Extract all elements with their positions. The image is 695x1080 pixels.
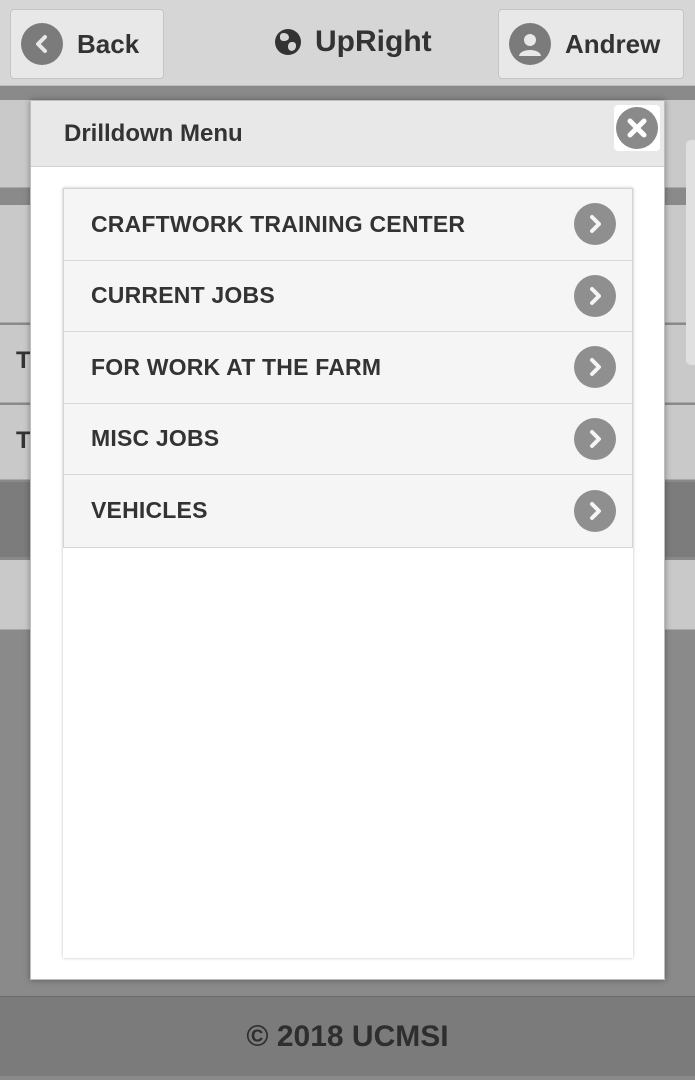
- list-item-label: CURRENT JOBS: [91, 282, 275, 309]
- modal-title: Drilldown Menu: [64, 119, 243, 147]
- user-name: Andrew: [565, 28, 661, 59]
- page: Back UpRight Andrew T T © 2018 UCMSI Dri…: [0, 0, 695, 1080]
- chevron-right-icon: [574, 346, 616, 389]
- chevron-right-icon: [574, 417, 616, 460]
- drilldown-modal: Drilldown Menu CRAFTWORK TRAINING CENTER…: [30, 100, 665, 980]
- user-button[interactable]: Andrew: [498, 9, 684, 79]
- app-title: UpRight: [275, 22, 432, 62]
- chevron-left-icon: [21, 23, 63, 65]
- list-item-label: CRAFTWORK TRAINING CENTER: [91, 210, 466, 237]
- footer: © 2018 UCMSI: [0, 996, 695, 1076]
- background-row-text: T: [16, 347, 31, 374]
- copyright-text: © 2018 UCMSI: [246, 1019, 449, 1053]
- close-button[interactable]: [614, 105, 660, 151]
- drilldown-list: CRAFTWORK TRAINING CENTER CURRENT JOBS F…: [63, 188, 633, 548]
- background-row-text: T: [16, 427, 31, 454]
- list-item-label: VEHICLES: [91, 497, 208, 524]
- scrollbar-thumb[interactable]: [686, 140, 695, 365]
- user-icon: [509, 23, 551, 65]
- globe-icon: [275, 29, 301, 55]
- chevron-right-icon: [574, 489, 616, 532]
- app-header: Back UpRight Andrew: [0, 0, 695, 86]
- list-item-label: FOR WORK AT THE FARM: [91, 353, 382, 380]
- close-icon: [616, 107, 658, 149]
- list-item-craftwork-training-center[interactable]: CRAFTWORK TRAINING CENTER: [64, 189, 632, 261]
- app-title-text: UpRight: [315, 25, 432, 58]
- list-item-current-jobs[interactable]: CURRENT JOBS: [64, 260, 632, 332]
- chevron-right-icon: [574, 274, 616, 317]
- back-button-label: Back: [77, 28, 140, 59]
- modal-header: Drilldown Menu: [31, 101, 664, 167]
- back-button[interactable]: Back: [10, 9, 164, 79]
- chevron-right-icon: [574, 203, 616, 246]
- drilldown-list-panel: CRAFTWORK TRAINING CENTER CURRENT JOBS F…: [63, 188, 633, 958]
- list-item-vehicles[interactable]: VEHICLES: [64, 475, 632, 547]
- list-item-for-work-at-the-farm[interactable]: FOR WORK AT THE FARM: [64, 332, 632, 404]
- list-item-misc-jobs[interactable]: MISC JOBS: [64, 403, 632, 475]
- list-item-label: MISC JOBS: [91, 425, 220, 452]
